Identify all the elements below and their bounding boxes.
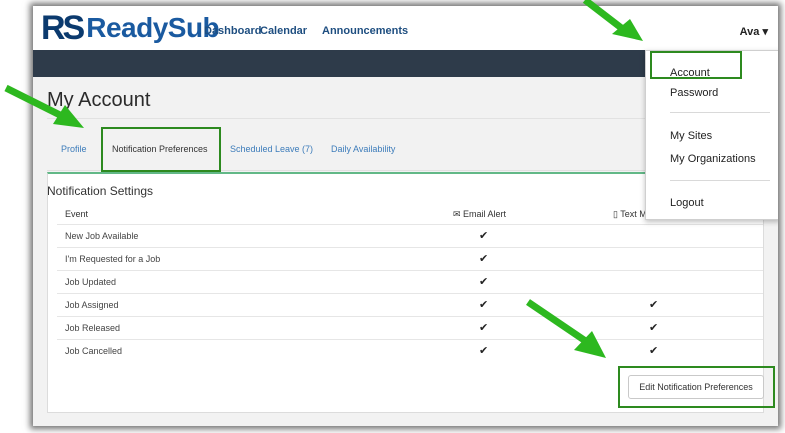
arrow-account-shaft <box>582 0 627 33</box>
annotation-arrows <box>4 0 643 358</box>
arrow-tab-shaft <box>4 84 64 120</box>
arrow-edit-shaft <box>526 299 589 345</box>
